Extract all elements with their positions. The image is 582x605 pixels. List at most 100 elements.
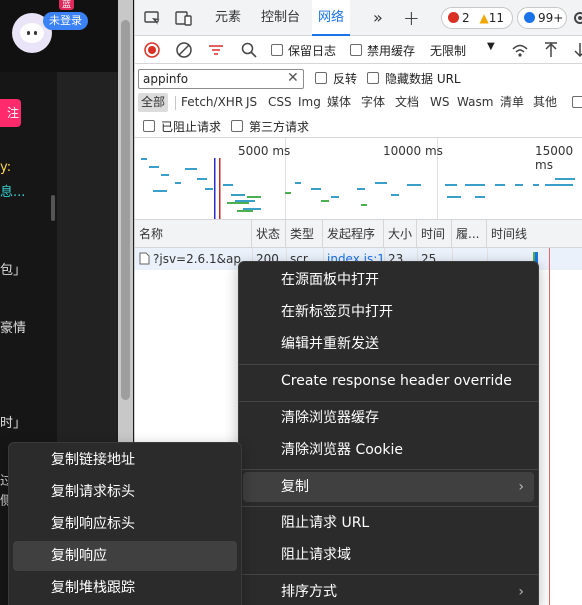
page-scrollbar-thumb[interactable]: [121, 20, 130, 400]
invert-checkbox[interactable]: [315, 72, 327, 84]
throttling-select[interactable]: 无限制: [430, 42, 466, 59]
messages-counter[interactable]: 99+: [517, 7, 567, 29]
menu-separator: [239, 401, 538, 402]
menu-item-response-header-override[interactable]: Create response header override: [243, 366, 534, 396]
request-name-cell[interactable]: ?jsv=2.6.1&ap...: [135, 248, 252, 270]
menu-item-block-request-url[interactable]: 阻止请求 URL: [243, 508, 534, 538]
column-header-time[interactable]: 时间: [417, 220, 452, 248]
disable-cache-checkbox[interactable]: [350, 44, 362, 56]
record-stop-icon[interactable]: [143, 41, 161, 59]
menu-item-open-in-new-tab[interactable]: 在新标签页中打开: [243, 297, 534, 327]
network-toolbar: 保留日志 禁用缓存 无限制 ▼: [135, 36, 582, 64]
type-filter-ws[interactable]: WS: [427, 93, 452, 112]
message-count: 99+: [538, 11, 564, 25]
request-filters: 已阻止请求 第三方请求: [135, 114, 582, 138]
avatar-face: [20, 23, 44, 43]
settings-gear-icon[interactable]: [571, 9, 582, 27]
add-tab-icon[interactable]: +: [403, 0, 420, 36]
chevron-down-icon[interactable]: ▼: [487, 41, 495, 52]
type-filter-font[interactable]: 字体: [358, 93, 388, 112]
submenu-item-copy-link[interactable]: 复制链接地址: [13, 445, 237, 475]
type-filter-js[interactable]: JS: [243, 93, 260, 112]
menu-item-open-in-sources[interactable]: 在源面板中打开: [243, 265, 534, 295]
tab-network[interactable]: 网络: [312, 0, 350, 36]
file-icon: [139, 252, 150, 265]
screen: 蓝 未登录 注 y: 息... 包」 豪情 时」 过 侧 「情: [0, 0, 582, 605]
clear-filter-icon[interactable]: ✕: [287, 70, 301, 86]
menu-separator: [239, 469, 538, 470]
copy-submenu: 复制链接地址 复制请求标头 复制响应标头 复制响应 复制堆栈跟踪: [8, 442, 242, 605]
column-header-status[interactable]: 状态: [252, 220, 286, 248]
column-header-size[interactable]: 大小: [384, 220, 417, 248]
hide-data-urls-label: 隐藏数据 URL: [385, 72, 461, 86]
page-text-2: 息...: [0, 185, 26, 200]
search-icon[interactable]: [240, 41, 258, 59]
chevron-right-icon: ›: [518, 584, 524, 600]
device-toolbar-icon[interactable]: [175, 9, 193, 27]
page-inner-scrollbar[interactable]: [51, 195, 55, 221]
resource-type-filters: 全部 Fetch/XHR JS CSS Img 媒体 字体 文档 WS Wasm…: [135, 92, 582, 114]
network-overview[interactable]: 5000 ms 10000 ms 15000 ms: [135, 138, 582, 220]
menu-item-block-request-domain[interactable]: 阻止请求域: [243, 540, 534, 570]
menu-item-clear-browser-cookies[interactable]: 清除浏览器 Cookie: [243, 435, 534, 465]
requests-table-header: 名称 状态 类型 发起程序 大小 时间 履... 时间线: [135, 220, 582, 248]
column-header-fulfilled[interactable]: 履...: [452, 220, 487, 248]
clear-log-icon[interactable]: [175, 41, 193, 59]
submenu-item-copy-stack-trace[interactable]: 复制堆栈跟踪: [13, 573, 237, 603]
warning-icon: ▲: [479, 11, 489, 25]
more-tabs-icon[interactable]: »: [373, 0, 383, 36]
devtools-tabbar: 元素 控制台 网络 » + 2 ▲11 99+: [135, 0, 582, 36]
overview-waterfall: [141, 158, 575, 219]
chevron-right-icon: ›: [518, 479, 524, 495]
type-filter-fetch-xhr[interactable]: Fetch/XHR: [178, 93, 246, 112]
type-filter-wasm[interactable]: Wasm: [454, 93, 496, 112]
menu-item-copy-label: 复制: [281, 479, 309, 495]
register-button[interactable]: 注: [0, 99, 21, 127]
more-filters-checkbox[interactable]: [572, 96, 582, 108]
inspect-element-icon[interactable]: [143, 9, 161, 27]
type-filter-all[interactable]: 全部: [138, 93, 169, 112]
tab-elements[interactable]: 元素: [215, 0, 241, 36]
submenu-item-copy-response-headers[interactable]: 复制响应标头: [13, 509, 237, 539]
top-badge: 蓝: [59, 0, 75, 10]
column-header-waterfall[interactable]: 时间线: [487, 220, 582, 248]
blocked-requests-label: 已阻止请求: [161, 120, 222, 134]
column-header-type[interactable]: 类型: [286, 220, 323, 248]
type-filter-media[interactable]: 媒体: [324, 93, 354, 112]
menu-item-edit-and-resend[interactable]: 编辑并重新发送: [243, 329, 534, 359]
page-text-1: y:: [0, 160, 12, 175]
import-har-icon[interactable]: [542, 41, 560, 59]
type-filter-img[interactable]: Img: [295, 93, 324, 112]
avatar-eye-left: [27, 31, 30, 35]
column-header-name[interactable]: 名称: [135, 220, 252, 248]
login-status-badge[interactable]: 未登录: [43, 12, 88, 30]
preserve-log-checkbox[interactable]: [271, 44, 283, 56]
submenu-item-copy-request-headers[interactable]: 复制请求标头: [13, 477, 237, 507]
hide-data-urls-checkbox[interactable]: [367, 72, 379, 84]
export-har-icon[interactable]: [571, 41, 582, 59]
network-conditions-icon[interactable]: [511, 41, 529, 59]
blocked-requests-checkbox[interactable]: [143, 120, 155, 132]
invert-label: 反转: [333, 72, 358, 86]
type-filter-css[interactable]: CSS: [265, 93, 295, 112]
menu-item-sort-by[interactable]: 排序方式 ›: [243, 577, 534, 605]
type-filter-doc[interactable]: 文档: [392, 93, 422, 112]
warning-count: 11: [488, 11, 504, 25]
filter-input[interactable]: appinfo: [138, 69, 304, 89]
preserve-log-label: 保留日志: [288, 44, 337, 58]
menu-item-copy[interactable]: 复制 ›: [243, 472, 534, 502]
type-filter-other[interactable]: 其他: [530, 93, 560, 112]
load-event-line: [549, 248, 550, 605]
divider: [175, 96, 176, 110]
column-header-initiator[interactable]: 发起程序: [323, 220, 384, 248]
menu-item-clear-browser-cache[interactable]: 清除浏览器缓存: [243, 403, 534, 433]
tab-console[interactable]: 控制台: [261, 0, 300, 36]
third-party-checkbox[interactable]: [231, 120, 243, 132]
menu-item-sort-label: 排序方式: [281, 584, 337, 600]
menu-separator: [239, 506, 538, 507]
type-filter-manifest[interactable]: 清单: [497, 93, 527, 112]
issues-counter[interactable]: 2 ▲11: [441, 7, 513, 29]
filter-icon[interactable]: [207, 41, 225, 59]
submenu-item-copy-response[interactable]: 复制响应: [13, 541, 237, 571]
menu-separator: [239, 364, 538, 365]
